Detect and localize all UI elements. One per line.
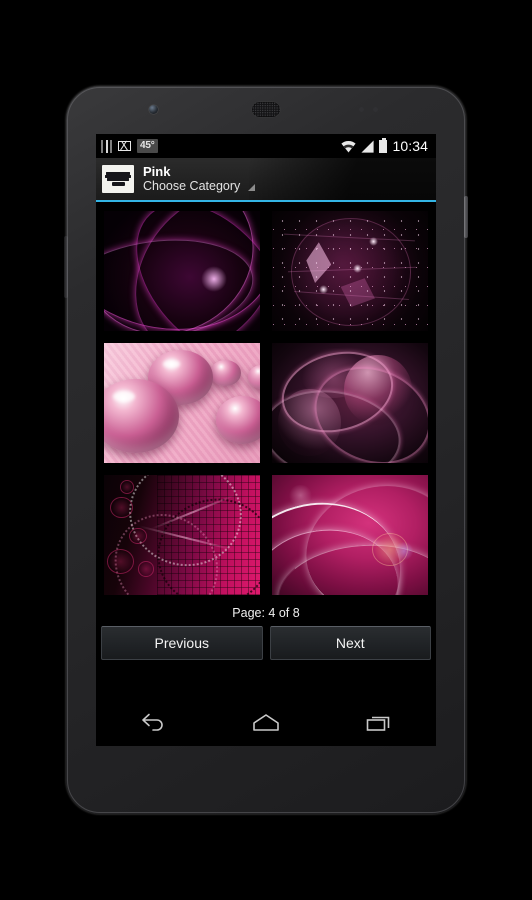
page-title: Pink <box>143 164 171 179</box>
wallpaper-thumbnail[interactable] <box>101 472 263 598</box>
wallpaper-thumbnail[interactable] <box>101 340 263 466</box>
wallpaper-image-3 <box>104 343 260 463</box>
notification-icon <box>101 139 112 153</box>
clock: 10:34 <box>392 138 428 154</box>
recent-apps-icon <box>367 716 390 731</box>
pager-button-row: Previous Next <box>96 626 436 667</box>
wallpaper-grid <box>96 202 436 598</box>
wallpaper-image-1 <box>104 211 260 331</box>
power-button[interactable] <box>464 196 468 238</box>
wallpaper-image-5 <box>104 475 260 595</box>
category-spinner-label: Choose Category <box>143 179 241 193</box>
wallpaper-thumbnail[interactable] <box>269 340 431 466</box>
front-camera-icon <box>149 105 158 114</box>
action-bar: Pink Choose Category <box>96 158 436 200</box>
wallpaper-thumbnail[interactable] <box>269 472 431 598</box>
proximity-sensor <box>359 107 364 112</box>
wallpaper-image-2 <box>272 211 428 331</box>
earpiece-speaker <box>252 102 280 117</box>
navigation-bar <box>96 700 436 746</box>
wallpaper-thumbnail[interactable] <box>269 208 431 334</box>
back-button[interactable] <box>126 705 180 741</box>
gmail-icon <box>118 141 131 151</box>
phone-top-bezel <box>66 86 466 134</box>
signal-bars-icon <box>361 140 375 153</box>
temperature-indicator: 45° <box>137 139 158 153</box>
dropdown-triangle-icon <box>248 184 256 191</box>
app-logo-icon[interactable] <box>102 165 134 193</box>
home-icon <box>253 714 279 731</box>
recents-button[interactable] <box>352 705 406 741</box>
volume-button[interactable] <box>64 236 68 298</box>
phone-screen: 45° 10:34 Pink Choose Category Page: 4 o… <box>96 134 436 746</box>
home-button[interactable] <box>239 705 293 741</box>
category-spinner[interactable]: Choose Category <box>143 179 256 194</box>
wifi-icon <box>341 140 357 152</box>
page-indicator: Page: 4 of 8 <box>96 598 436 626</box>
previous-button[interactable]: Previous <box>101 626 263 660</box>
battery-icon <box>379 137 388 153</box>
next-button[interactable]: Next <box>269 626 431 660</box>
wallpaper-image-6 <box>272 475 428 595</box>
wallpaper-image-4 <box>272 343 428 463</box>
status-bar: 45° 10:34 <box>96 134 436 158</box>
wallpaper-thumbnail[interactable] <box>101 208 263 334</box>
light-sensor <box>373 107 378 112</box>
phone-device: 45° 10:34 Pink Choose Category Page: 4 o… <box>64 86 468 814</box>
back-arrow-icon <box>141 713 163 731</box>
